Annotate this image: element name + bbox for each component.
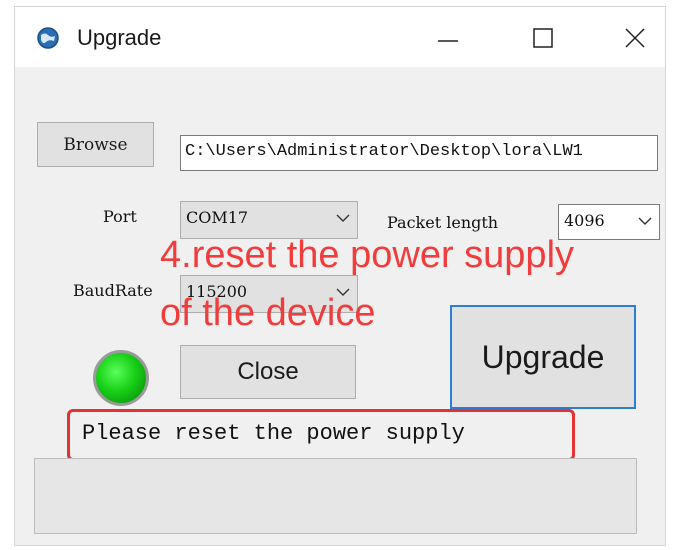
close-icon [625, 28, 645, 48]
chevron-down-icon [335, 210, 351, 230]
packet-length-selected-value: 4096 [564, 211, 605, 230]
status-message: Please reset the power supply [67, 409, 575, 461]
close-port-button[interactable]: Close [180, 345, 356, 399]
upgrade-progress-bar [34, 458, 637, 534]
title-bar: Upgrade [15, 7, 665, 67]
connection-status-led [93, 350, 149, 406]
maximize-button[interactable] [525, 19, 561, 55]
annotation-line-2: of the device [160, 292, 376, 334]
upgrade-window: Upgrade Browse C:\Users\Administrator\De… [14, 6, 666, 546]
upgrade-button[interactable]: Upgrade [450, 305, 636, 409]
window-title: Upgrade [77, 25, 162, 50]
port-selected-value: COM17 [186, 208, 249, 227]
annotation-line-1: 4.reset the power supply [160, 234, 575, 276]
app-globe-icon [37, 27, 59, 49]
close-window-button[interactable] [617, 19, 653, 55]
packet-length-label: Packet length [387, 213, 499, 232]
maximize-icon [533, 28, 553, 48]
minimize-button[interactable] [430, 19, 466, 55]
browse-button[interactable]: Browse [37, 122, 154, 167]
minimize-icon [438, 40, 458, 42]
chevron-down-icon [637, 213, 653, 233]
baudrate-label: BaudRate [73, 281, 153, 300]
firmware-path-field[interactable]: C:\Users\Administrator\Desktop\lora\LW1 [180, 135, 658, 171]
port-label: Port [103, 207, 137, 226]
